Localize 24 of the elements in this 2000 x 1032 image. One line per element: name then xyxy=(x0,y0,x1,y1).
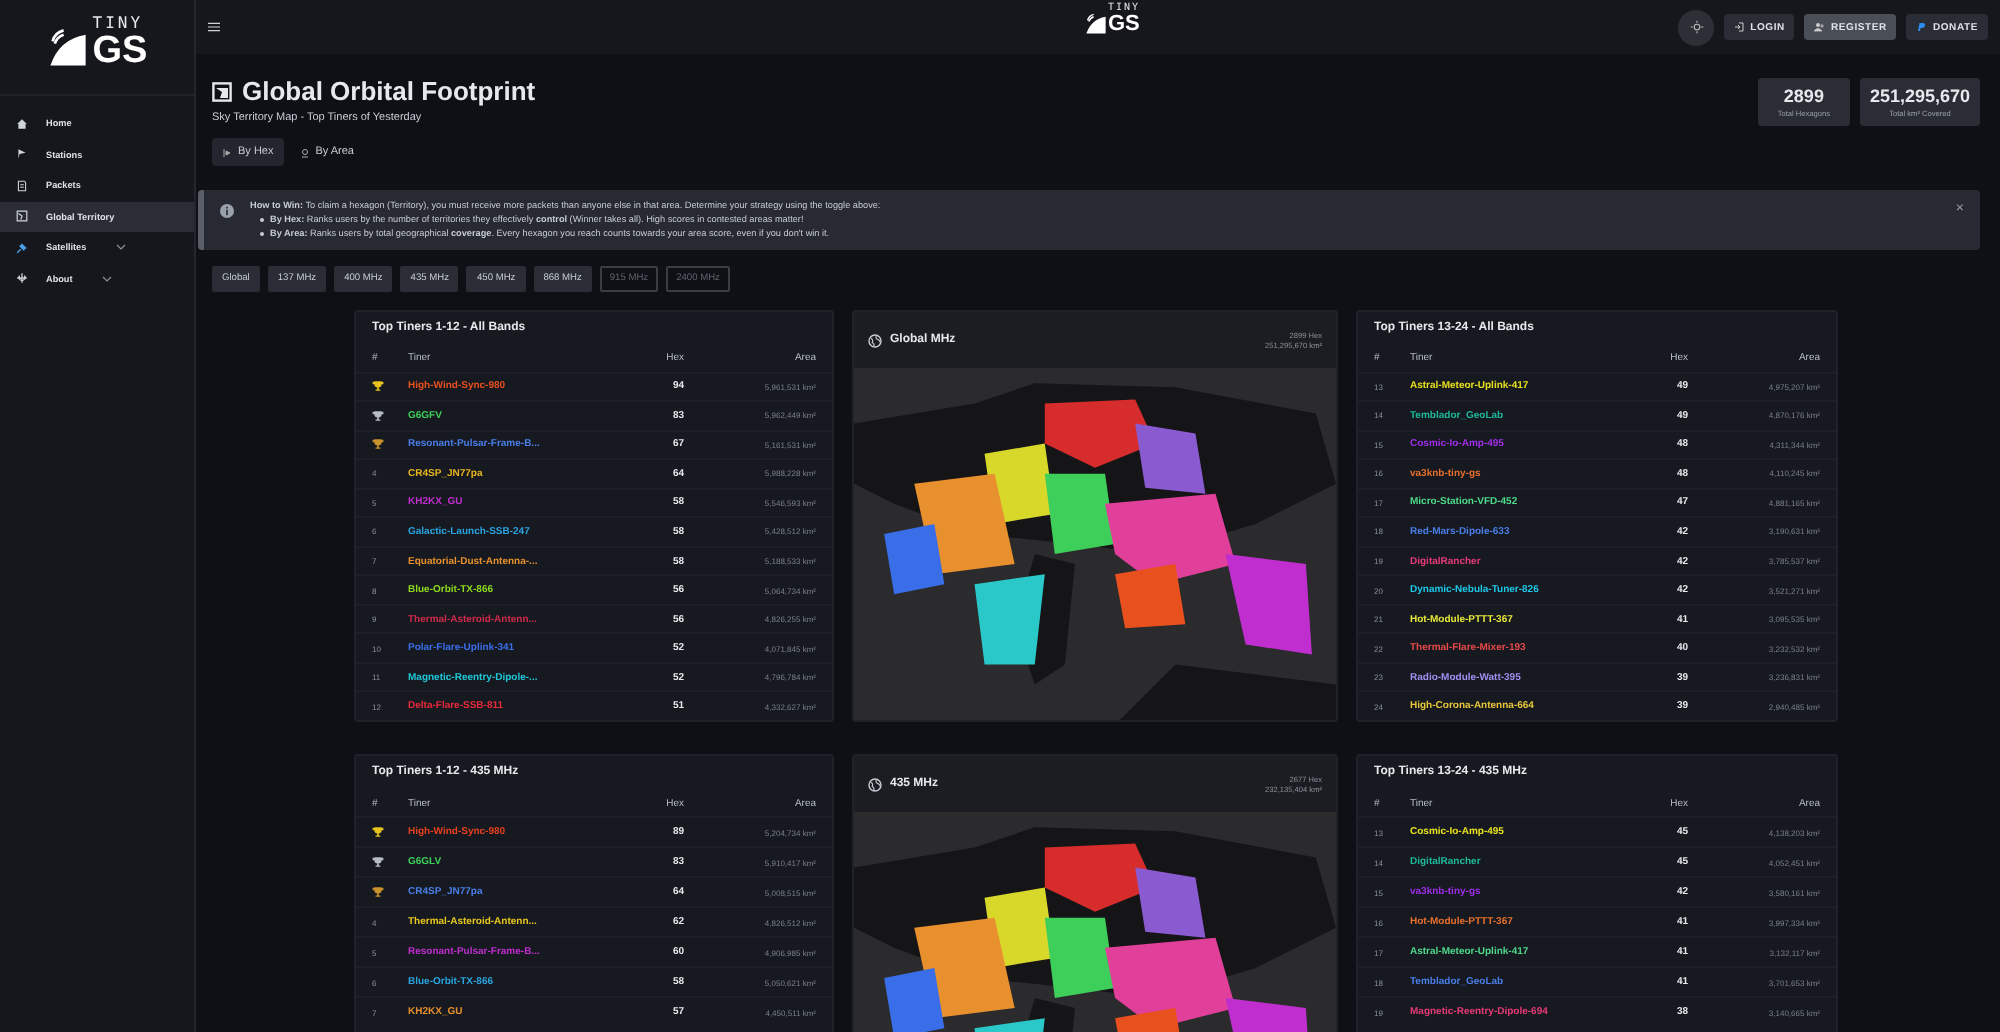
theme-toggle-button[interactable] xyxy=(1678,9,1715,45)
menu-icon[interactable] xyxy=(208,22,220,32)
globe-icon xyxy=(868,777,882,791)
logo-text: TINY xyxy=(92,16,146,32)
home-icon xyxy=(16,117,28,130)
paypal-icon xyxy=(1916,22,1927,32)
globe-icon xyxy=(16,210,28,223)
satellite-dish-icon xyxy=(46,26,91,70)
map-icon xyxy=(212,81,232,101)
info-icon xyxy=(220,204,234,218)
add-user-icon xyxy=(1814,22,1825,32)
flag-icon xyxy=(222,147,232,157)
packet-icon xyxy=(16,179,28,192)
page-title: Global Orbital Footprint xyxy=(242,76,536,106)
logo-text: GS xyxy=(1108,14,1141,36)
satellite-dish-icon xyxy=(1084,12,1108,36)
globe-icon xyxy=(868,333,882,347)
stat-value: 2899 xyxy=(1783,86,1824,106)
logo-text: GS xyxy=(92,32,148,70)
sun-icon xyxy=(1689,20,1704,34)
stat-value: 251,295,670 xyxy=(1869,86,1970,106)
station-icon xyxy=(16,148,28,161)
pin-icon xyxy=(299,147,310,157)
login-icon xyxy=(1734,22,1745,32)
